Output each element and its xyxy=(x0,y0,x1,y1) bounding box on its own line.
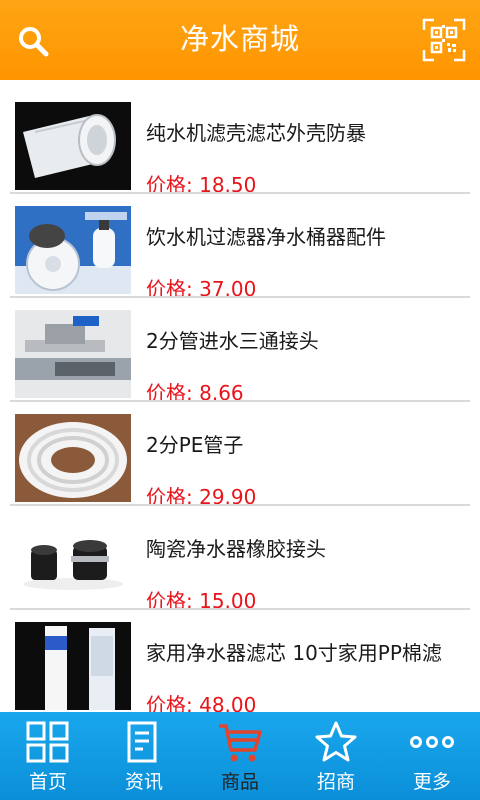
product-name: 2分PE管子 xyxy=(146,433,244,457)
tab-news[interactable]: 资讯 xyxy=(96,712,192,800)
product-image xyxy=(15,310,131,398)
scan-button[interactable] xyxy=(420,16,468,64)
product-item[interactable]: 家用净水器滤芯 10寸家用PP棉滤 价格: 48.00 xyxy=(0,610,480,712)
product-name: 家用净水器滤芯 10寸家用PP棉滤 xyxy=(146,641,442,665)
product-image xyxy=(15,206,131,294)
app-header: 净水商城 xyxy=(0,0,480,80)
product-name: 陶瓷净水器橡胶接头 xyxy=(146,537,326,561)
tab-products-label: 商品 xyxy=(220,771,259,793)
product-image xyxy=(15,102,131,190)
product-item[interactable]: 2分管进水三通接头 价格: 8.66 xyxy=(0,298,480,405)
product-image xyxy=(15,518,131,606)
product-item[interactable]: 饮水机过滤器净水桶器配件 价格: 37.00 xyxy=(0,194,480,301)
page-title: 净水商城 xyxy=(179,22,300,56)
product-name: 2分管进水三通接头 xyxy=(146,329,319,353)
product-price: 价格: 48.00 xyxy=(146,693,257,712)
tab-investment[interactable]: 招商 xyxy=(288,712,384,800)
product-item[interactable]: 纯水机滤壳滤芯外壳防暴 价格: 18.50 xyxy=(0,90,480,197)
more-dots-icon xyxy=(410,736,454,748)
tab-more-label: 更多 xyxy=(412,771,451,793)
tab-investment-label: 招商 xyxy=(316,771,355,793)
product-name: 纯水机滤壳滤芯外壳防暴 xyxy=(146,121,366,145)
star-icon xyxy=(315,721,357,762)
news-document-icon xyxy=(127,721,157,763)
tab-news-label: 资讯 xyxy=(124,771,163,793)
product-list[interactable]: 纯水机滤壳滤芯外壳防暴 价格: 18.50 饮水机过滤器净水桶器配件 价格: 3… xyxy=(0,80,480,712)
grid-home-icon xyxy=(26,721,69,763)
tab-more[interactable]: 更多 xyxy=(384,712,480,800)
shopping-cart-icon xyxy=(219,724,262,762)
tab-home-label: 首页 xyxy=(28,771,67,793)
product-image xyxy=(15,414,131,502)
qr-scan-icon xyxy=(422,18,466,62)
tab-home[interactable]: 首页 xyxy=(0,712,96,800)
product-item[interactable]: 2分PE管子 价格: 29.90 xyxy=(0,402,480,509)
product-name: 饮水机过滤器净水桶器配件 xyxy=(146,225,386,249)
product-item[interactable]: 陶瓷净水器橡胶接头 价格: 15.00 xyxy=(0,506,480,613)
bottom-tab-bar: 首页 资讯 商品 招商 更多 xyxy=(0,712,480,800)
product-image xyxy=(15,622,131,710)
tab-products[interactable]: 商品 xyxy=(192,712,288,800)
